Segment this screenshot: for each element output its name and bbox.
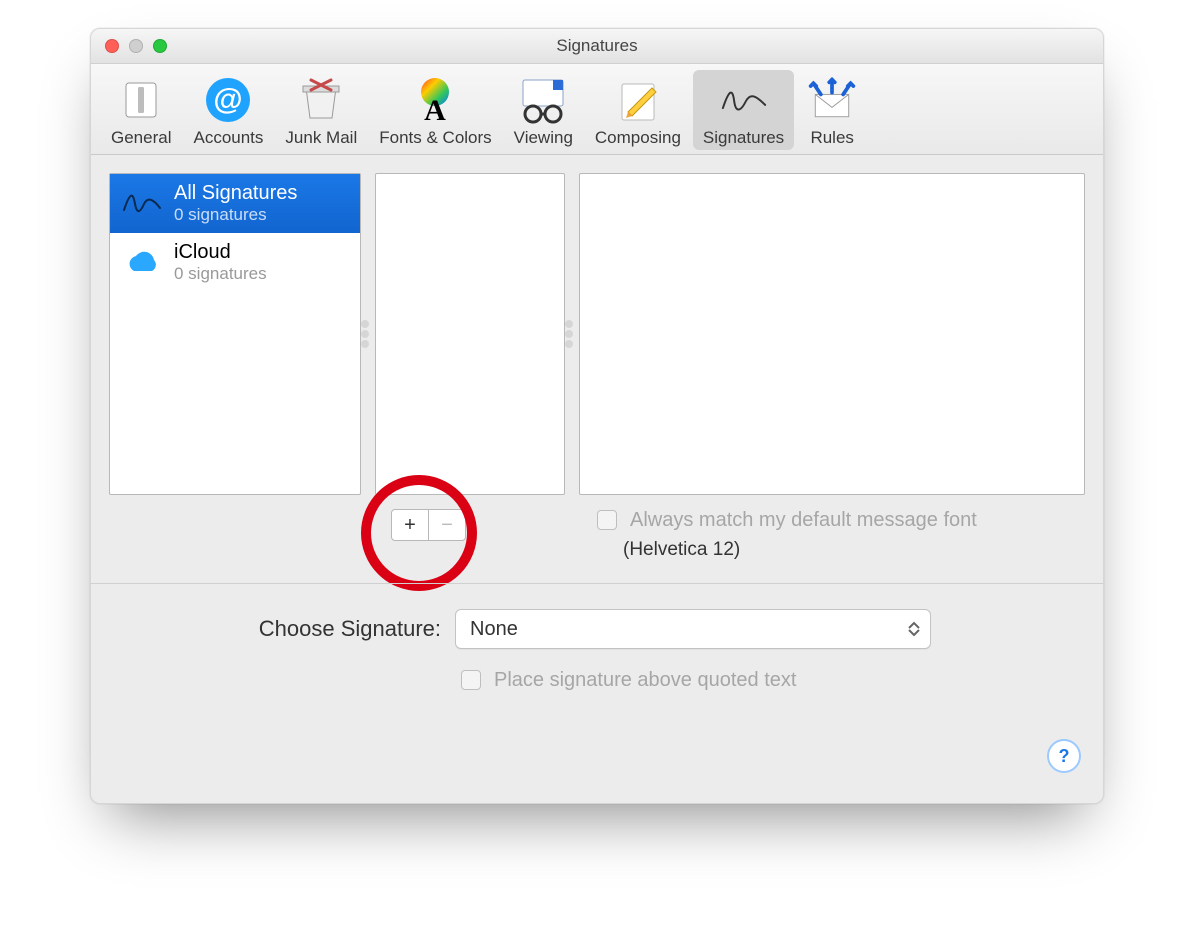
tab-label: General	[111, 128, 171, 148]
tab-viewing[interactable]: Viewing	[504, 70, 583, 150]
svg-text:@: @	[214, 83, 243, 116]
account-title: iCloud	[174, 241, 267, 264]
window-title: Signatures	[91, 36, 1103, 56]
signature-list[interactable]	[375, 173, 565, 495]
preferences-window: Signatures General @	[90, 28, 1104, 804]
add-signature-button[interactable]: +	[391, 509, 429, 541]
accounts-icon: @	[202, 74, 254, 126]
traffic-lights	[105, 39, 167, 53]
plus-icon: +	[404, 514, 416, 537]
help-icon: ?	[1059, 746, 1070, 767]
preferences-toolbar: General @ Accounts	[91, 64, 1103, 155]
choose-signature-popup[interactable]: None	[455, 609, 931, 649]
choose-signature-value: None	[470, 618, 518, 641]
svg-text:A: A	[425, 94, 447, 124]
match-font-label: Always match my default message font	[630, 509, 977, 532]
add-remove-buttons: + −	[391, 509, 466, 541]
tab-rules[interactable]: Rules	[796, 70, 868, 150]
default-font-note: (Helvetica 12)	[623, 539, 977, 561]
fonts-colors-icon: A	[409, 74, 461, 126]
account-title: All Signatures	[174, 182, 297, 205]
match-font-row: Always match my default message font (He…	[593, 507, 977, 561]
general-icon	[115, 74, 167, 126]
tab-junk-mail[interactable]: Junk Mail	[275, 70, 367, 150]
minus-icon: −	[441, 514, 453, 537]
tab-general[interactable]: General	[101, 70, 181, 150]
divider	[91, 583, 1103, 584]
tab-label: Signatures	[703, 128, 784, 148]
tab-fonts-colors[interactable]: A Fonts & Colors	[369, 70, 501, 150]
account-subtitle: 0 signatures	[174, 205, 297, 225]
minimize-window-button[interactable]	[129, 39, 143, 53]
rules-icon	[806, 74, 858, 126]
tab-label: Viewing	[514, 128, 573, 148]
accounts-list[interactable]: All Signatures 0 signatures iCloud 0	[109, 173, 361, 495]
tab-accounts[interactable]: @ Accounts	[183, 70, 273, 150]
tab-composing[interactable]: Composing	[585, 70, 691, 150]
help-button[interactable]: ?	[1047, 739, 1081, 773]
account-icloud[interactable]: iCloud 0 signatures	[110, 233, 360, 292]
icloud-icon	[122, 242, 162, 282]
match-font-checkbox	[597, 510, 617, 530]
place-above-label: Place signature above quoted text	[494, 669, 796, 692]
choose-signature-label: Choose Signature:	[91, 616, 441, 642]
tab-label: Composing	[595, 128, 681, 148]
signatures-pane: All Signatures 0 signatures iCloud 0	[91, 155, 1103, 795]
tab-label: Accounts	[193, 128, 263, 148]
signature-icon	[718, 74, 770, 126]
account-subtitle: 0 signatures	[174, 264, 267, 284]
zoom-window-button[interactable]	[153, 39, 167, 53]
tab-label: Rules	[810, 128, 853, 148]
resize-grip[interactable]	[565, 320, 573, 348]
close-window-button[interactable]	[105, 39, 119, 53]
tab-signatures[interactable]: Signatures	[693, 70, 794, 150]
place-above-checkbox	[461, 670, 481, 690]
remove-signature-button[interactable]: −	[428, 509, 466, 541]
junk-mail-icon	[295, 74, 347, 126]
resize-grip[interactable]	[361, 320, 369, 348]
titlebar: Signatures	[91, 29, 1103, 64]
account-all-signatures[interactable]: All Signatures 0 signatures	[110, 174, 360, 233]
viewing-icon	[517, 74, 569, 126]
signature-preview[interactable]	[579, 173, 1085, 495]
tab-label: Junk Mail	[285, 128, 357, 148]
signature-icon	[122, 183, 162, 223]
chevron-up-down-icon	[904, 614, 924, 644]
composing-icon	[612, 74, 664, 126]
tab-label: Fonts & Colors	[379, 128, 491, 148]
